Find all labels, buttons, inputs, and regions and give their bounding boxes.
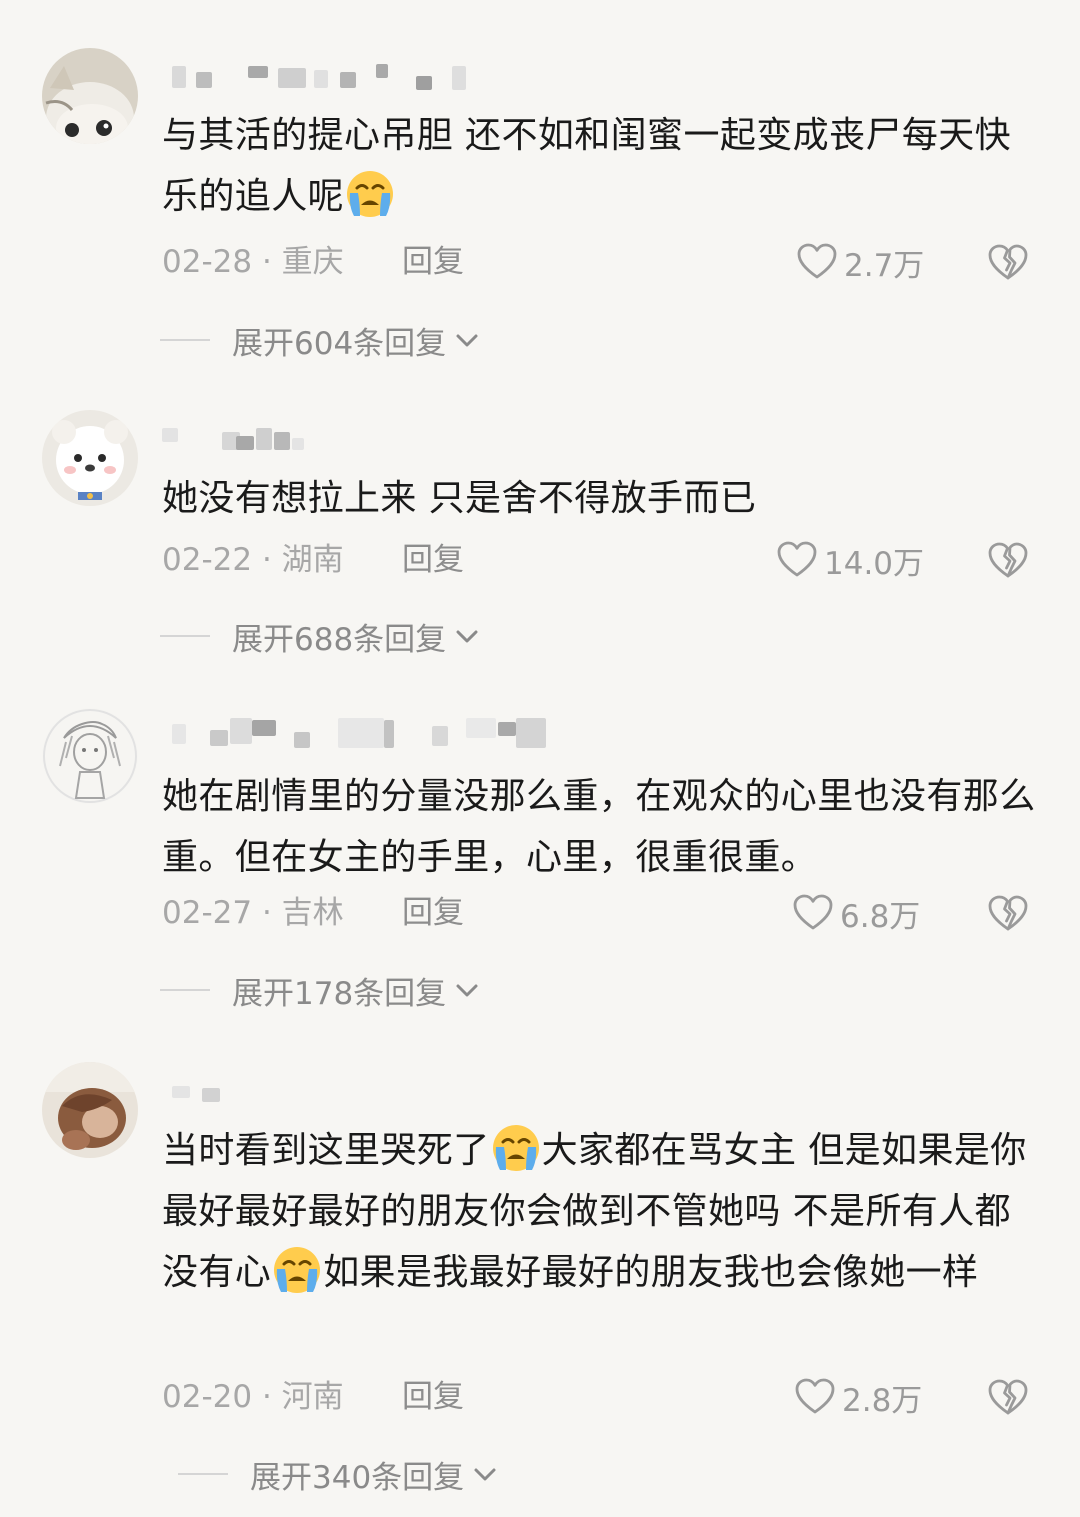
dislike-button[interactable] bbox=[986, 1375, 1030, 1419]
username-redacted[interactable] bbox=[162, 424, 582, 456]
like-count: 2.8万 bbox=[842, 1382, 923, 1419]
username-redacted[interactable] bbox=[162, 62, 582, 94]
avatar[interactable] bbox=[42, 708, 138, 804]
like-count: 6.8万 bbox=[840, 898, 921, 935]
expand-replies-button[interactable]: 展开604条回复 bbox=[160, 318, 482, 362]
date-location: 02-27 · 吉林 bbox=[162, 891, 344, 935]
reply-button[interactable]: 回复 bbox=[402, 538, 464, 582]
avatar[interactable] bbox=[42, 410, 138, 506]
comment-list: 与其活的提心吊胆 还不如和闺蜜一起变成丧尸每天快乐的追人呢 02-28 · 重庆… bbox=[0, 0, 1080, 1517]
broken-heart-icon bbox=[986, 240, 1030, 284]
meta-separator: · bbox=[252, 1379, 282, 1415]
chevron-down-icon bbox=[452, 325, 482, 355]
like-button[interactable]: 14.0万 bbox=[776, 538, 924, 582]
comment-text: 她没有想拉上来 只是舍不得放手而已 bbox=[162, 478, 757, 519]
loudly-crying-face-icon bbox=[345, 169, 395, 219]
comment-date: 02-22 bbox=[162, 542, 253, 578]
dislike-button[interactable] bbox=[986, 240, 1030, 284]
like-button[interactable]: 2.8万 bbox=[794, 1375, 922, 1419]
meta-separator: · bbox=[252, 244, 282, 280]
comment-date: 02-28 bbox=[162, 244, 253, 280]
like-button[interactable]: 6.8万 bbox=[792, 891, 920, 935]
comment-meta: 02-20 · 河南 回复 bbox=[162, 1375, 464, 1419]
expand-replies-button[interactable]: 展开340条回复 bbox=[178, 1452, 500, 1496]
comment-meta: 02-22 · 湖南 回复 bbox=[162, 538, 464, 582]
divider-line bbox=[160, 635, 210, 637]
reply-button[interactable]: 回复 bbox=[402, 240, 464, 284]
broken-heart-icon bbox=[986, 538, 1030, 582]
username-redacted[interactable] bbox=[162, 718, 582, 750]
divider-line bbox=[178, 1473, 228, 1475]
comment-text: 当时看到这里哭死了 大家都在骂女主 但是如果是你最好最好最好的朋友你会做到不管她… bbox=[162, 1120, 1042, 1303]
loudly-crying-face-icon bbox=[491, 1123, 541, 1173]
chevron-down-icon bbox=[452, 621, 482, 651]
avatar[interactable] bbox=[42, 48, 138, 144]
divider-line bbox=[160, 339, 210, 341]
comment-text: 她在剧情里的分量没那么重，在观众的心里也没有那么重。但在女主的手里，心里，很重很… bbox=[162, 776, 1036, 878]
dislike-button[interactable] bbox=[986, 538, 1030, 582]
comment-meta: 02-28 · 重庆 回复 bbox=[162, 240, 464, 284]
heart-outline-icon bbox=[796, 241, 838, 283]
comment-text: 与其活的提心吊胆 还不如和闺蜜一起变成丧尸每天快乐的追人呢 bbox=[162, 115, 1012, 219]
comment-date: 02-27 bbox=[162, 895, 253, 931]
expand-replies-label: 展开604条回复 bbox=[232, 325, 447, 362]
expand-replies-label: 展开688条回复 bbox=[232, 621, 447, 658]
comment-meta: 02-27 · 吉林 回复 bbox=[162, 891, 464, 935]
heart-outline-icon bbox=[792, 892, 834, 934]
chevron-down-icon bbox=[452, 975, 482, 1005]
divider-line bbox=[160, 989, 210, 991]
expand-replies-label: 展开340条回复 bbox=[250, 1459, 465, 1496]
meta-separator: · bbox=[252, 542, 282, 578]
username-redacted[interactable] bbox=[162, 1082, 582, 1114]
reply-button[interactable]: 回复 bbox=[402, 891, 464, 935]
meta-separator: · bbox=[252, 895, 282, 931]
heart-outline-icon bbox=[794, 1376, 836, 1418]
avatar[interactable] bbox=[42, 1062, 138, 1158]
expand-replies-label: 展开178条回复 bbox=[232, 975, 447, 1012]
expand-replies-button[interactable]: 展开688条回复 bbox=[160, 614, 482, 658]
expand-replies-button[interactable]: 展开178条回复 bbox=[160, 968, 482, 1012]
loudly-crying-face-icon bbox=[272, 1245, 322, 1295]
comment-location: 重庆 bbox=[281, 244, 344, 280]
comment-location: 河南 bbox=[281, 1379, 344, 1415]
dislike-button[interactable] bbox=[986, 891, 1030, 935]
chevron-down-icon bbox=[470, 1459, 500, 1489]
date-location: 02-22 · 湖南 bbox=[162, 538, 344, 582]
date-location: 02-28 · 重庆 bbox=[162, 240, 344, 284]
like-button[interactable]: 2.7万 bbox=[796, 240, 924, 284]
like-count: 2.7万 bbox=[844, 247, 925, 284]
date-location: 02-20 · 河南 bbox=[162, 1375, 344, 1419]
comment-date: 02-20 bbox=[162, 1379, 253, 1415]
broken-heart-icon bbox=[986, 1375, 1030, 1419]
comment-location: 湖南 bbox=[281, 542, 344, 578]
reply-button[interactable]: 回复 bbox=[402, 1375, 464, 1419]
comment-location: 吉林 bbox=[281, 895, 344, 931]
heart-outline-icon bbox=[776, 539, 818, 581]
broken-heart-icon bbox=[986, 891, 1030, 935]
like-count: 14.0万 bbox=[824, 545, 925, 582]
